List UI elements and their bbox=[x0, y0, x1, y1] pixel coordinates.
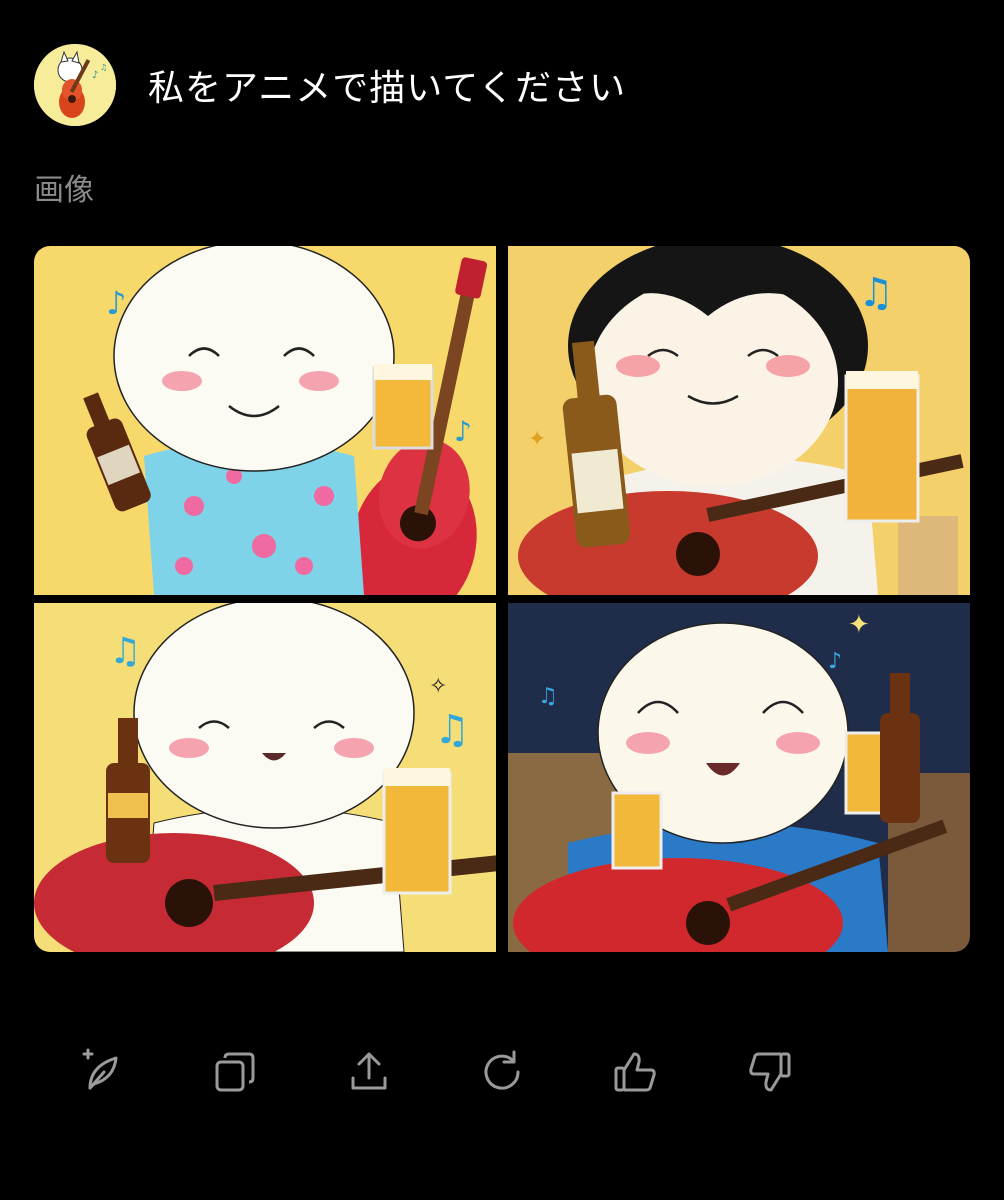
prompt-text: 私をアニメで描いてください bbox=[148, 68, 627, 109]
svg-text:♪: ♪ bbox=[92, 70, 98, 81]
image-grid: ♪ ♪ ♫ ✦ ♫ ♫ ✧ ✦ ♫ ♪ bbox=[34, 246, 970, 952]
svg-text:♫: ♫ bbox=[100, 63, 107, 72]
generated-image-4[interactable]: ✦ ♫ ♪ bbox=[508, 603, 970, 952]
svg-text:♫: ♫ bbox=[538, 684, 558, 709]
svg-text:✦: ✦ bbox=[528, 427, 546, 452]
svg-text:✦: ✦ bbox=[848, 610, 870, 640]
svg-text:✧: ✧ bbox=[429, 674, 447, 699]
copy-icon[interactable] bbox=[211, 1048, 259, 1096]
svg-text:♫: ♫ bbox=[109, 631, 141, 672]
svg-text:♫: ♫ bbox=[858, 270, 894, 316]
section-label: 画像 bbox=[34, 173, 94, 208]
svg-text:♪: ♪ bbox=[828, 649, 842, 674]
new-variation-icon[interactable] bbox=[78, 1048, 126, 1096]
generated-image-1[interactable]: ♪ ♪ bbox=[34, 246, 496, 595]
svg-text:♪: ♪ bbox=[106, 284, 126, 322]
guitar-cat-avatar-icon: ♪ ♫ bbox=[34, 44, 116, 126]
prompt-header: ♪ ♫ 私をアニメで描いてください bbox=[34, 44, 626, 126]
generated-image-3[interactable]: ♫ ♫ ✧ bbox=[34, 603, 496, 952]
thumbs-down-icon[interactable] bbox=[745, 1048, 793, 1096]
generated-image-2[interactable]: ♫ ✦ bbox=[508, 246, 970, 595]
regenerate-icon[interactable] bbox=[478, 1048, 526, 1096]
svg-text:♫: ♫ bbox=[434, 707, 470, 753]
avatar[interactable]: ♪ ♫ bbox=[34, 44, 116, 126]
share-icon[interactable] bbox=[345, 1048, 393, 1096]
thumbs-up-icon[interactable] bbox=[612, 1048, 660, 1096]
action-bar bbox=[0, 1040, 1004, 1104]
svg-text:♪: ♪ bbox=[454, 415, 472, 448]
